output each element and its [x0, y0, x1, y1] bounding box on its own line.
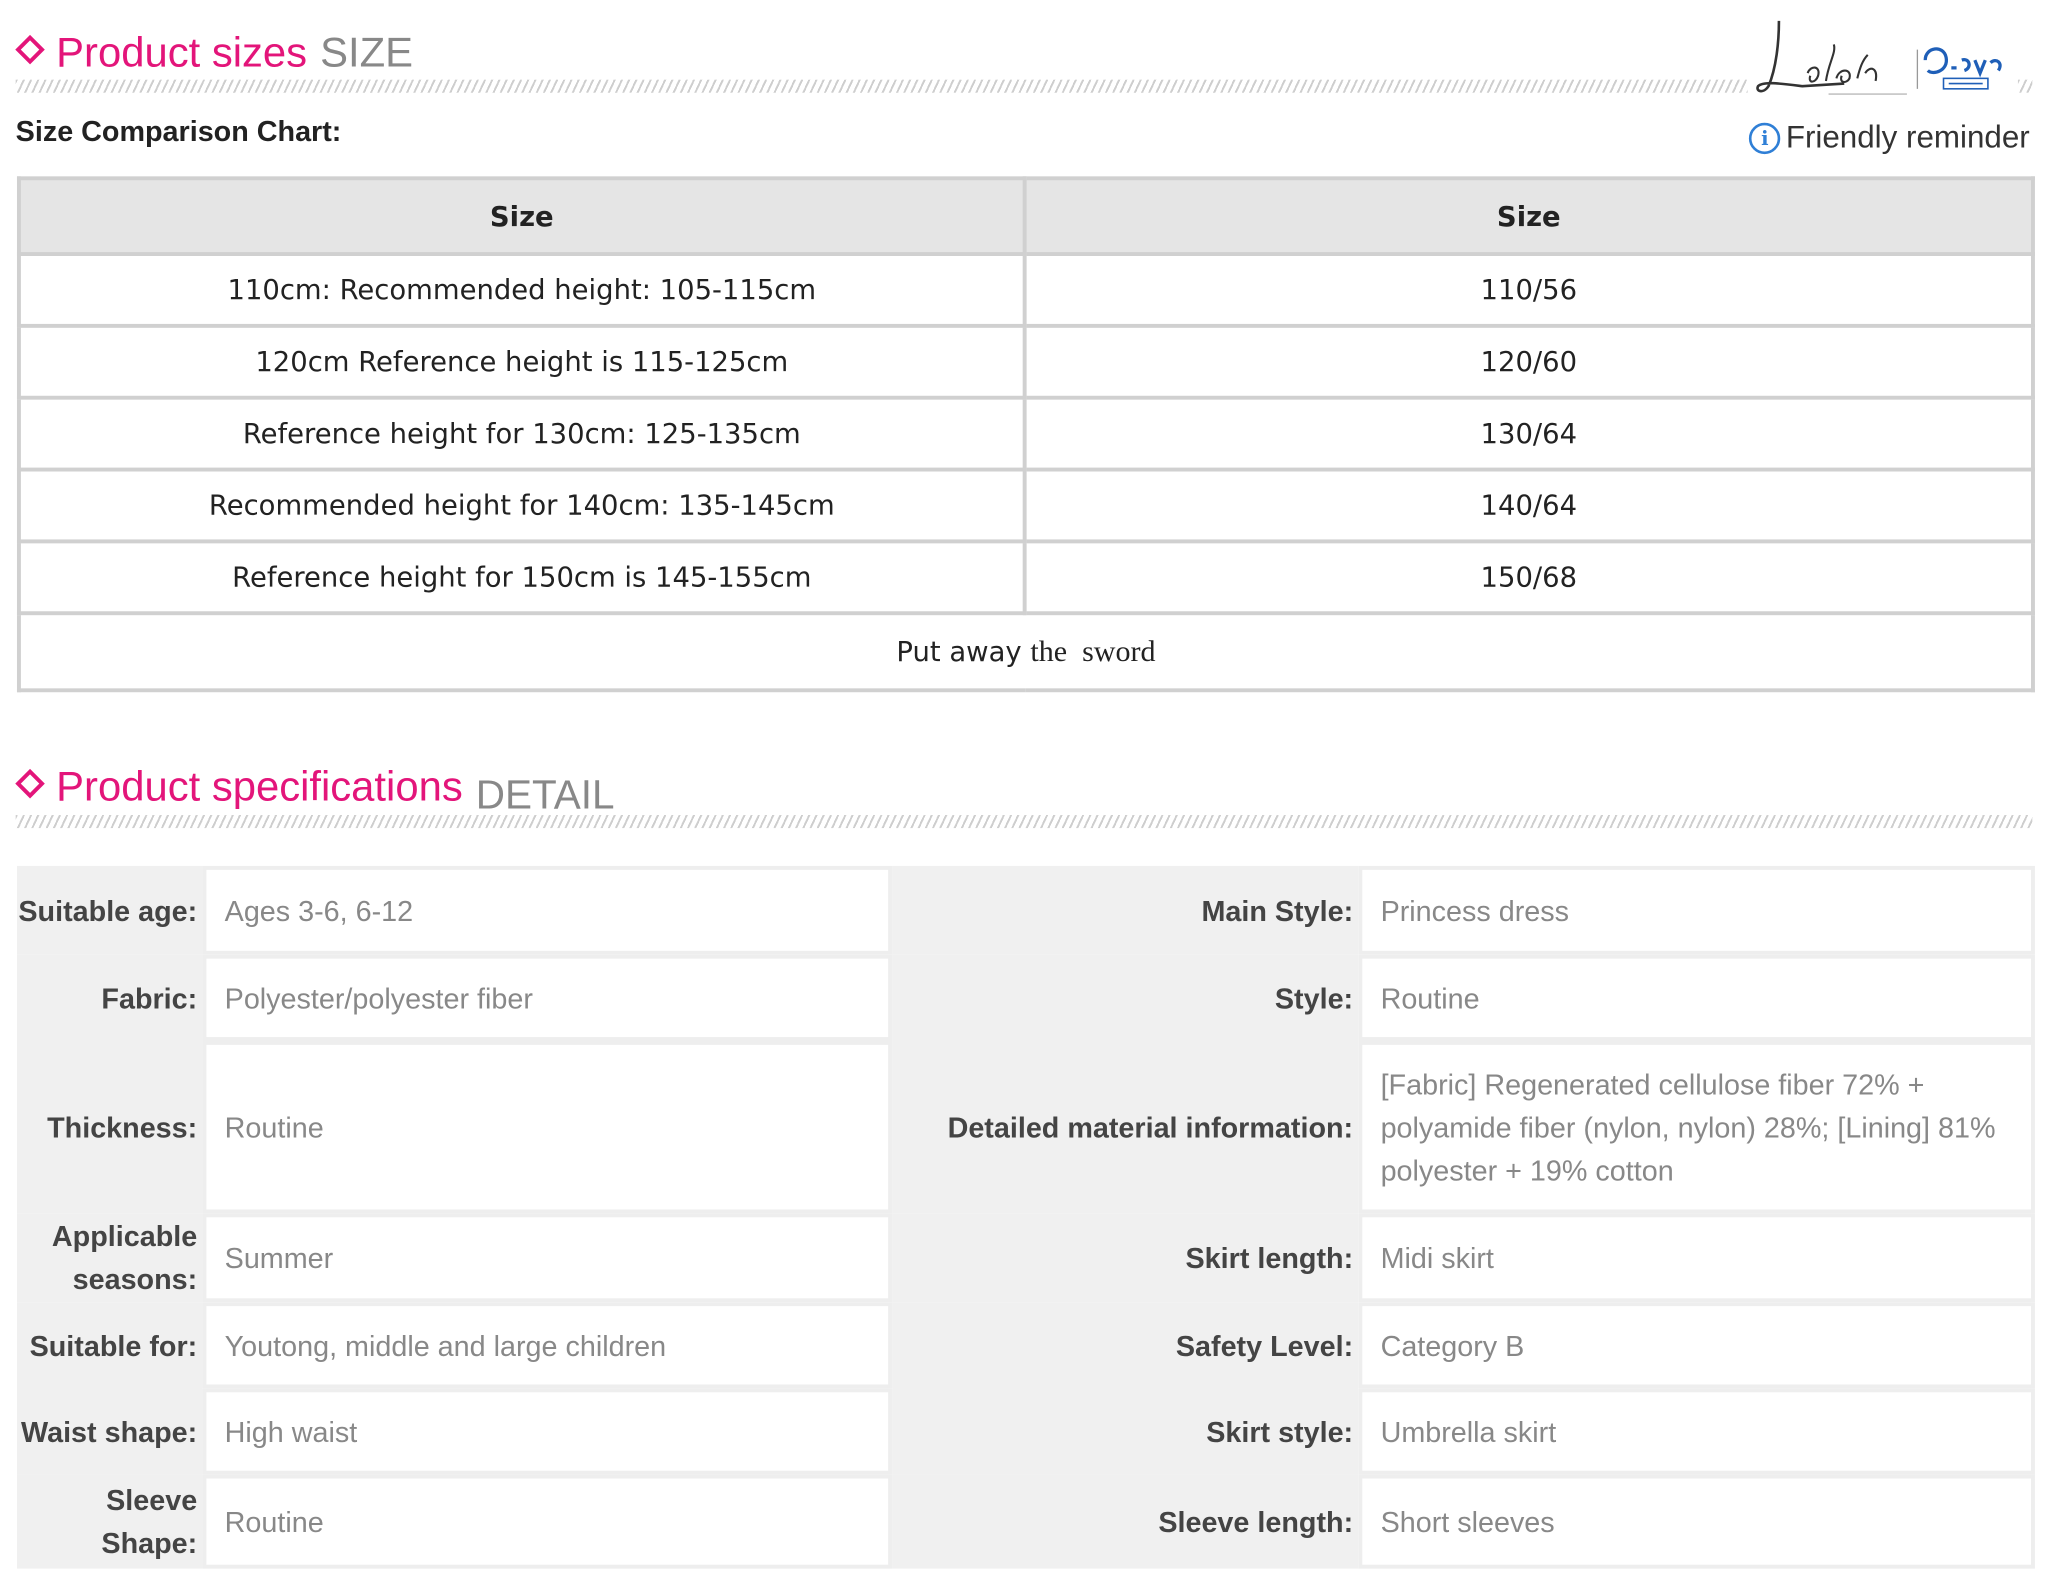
spec-value: Category B — [1358, 1302, 2035, 1389]
product-detail-page: Product sizes SIZE Size Comparison Chart… — [0, 0, 2048, 1569]
size-height-cell: Reference height for 130cm: 125-135cm — [16, 395, 1027, 472]
size-chart-label: Size Comparison Chart: — [15, 114, 342, 148]
friendly-reminder-text: Friendly reminder — [1785, 120, 2030, 156]
size-col-header: Size — [1022, 176, 2035, 256]
spec-key: Safety Level: — [892, 1302, 1359, 1389]
table-row: Waist shape: High waist Skirt style: Umb… — [16, 1388, 2035, 1475]
spec-key: Skirt length: — [892, 1213, 1359, 1303]
size-table-note: Put away the sword — [16, 611, 2035, 693]
spec-section-title: Product specifications — [56, 762, 463, 810]
size-height-cell: 120cm Reference height is 115-125cm — [16, 323, 1027, 400]
spec-value: High waist — [202, 1388, 893, 1475]
table-row: 120cm Reference height is 115-125cm 120/… — [16, 323, 2035, 400]
diamond-icon — [15, 34, 45, 65]
table-row: Thickness: Routine Detailed material inf… — [16, 1040, 2035, 1214]
spec-key: Suitable for: — [16, 1302, 203, 1389]
size-height-cell: Reference height for 150cm is 145-155cm — [16, 539, 1027, 616]
spec-value: Princess dress — [1358, 865, 2035, 955]
size-code-cell: 110/56 — [1022, 252, 2035, 328]
spec-key: Applicable seasons: — [16, 1213, 203, 1303]
spec-key: Suitable age: — [16, 865, 203, 955]
table-row: Suitable for: Youtong, middle and large … — [16, 1302, 2035, 1389]
spec-value: Ages 3-6, 6-12 — [202, 865, 893, 955]
section-divider-end — [2017, 79, 2033, 93]
info-icon: i — [1749, 122, 1781, 155]
spec-key: Thickness: — [16, 1040, 203, 1214]
spec-key: Fabric: — [16, 954, 203, 1041]
spec-key: Detailed material information: — [892, 1040, 1359, 1214]
diamond-icon — [15, 768, 45, 799]
spec-table: Suitable age: Ages 3-6, 6-12 Main Style:… — [16, 865, 2035, 1569]
note-part-a: Put away — [896, 636, 1022, 668]
size-height-cell: 110cm: Recommended height: 105-115cm — [16, 252, 1027, 328]
spec-key: Main Style: — [892, 865, 1359, 955]
spec-value: Routine — [202, 1040, 893, 1214]
table-row: Applicable seasons: Summer Skirt length:… — [16, 1213, 2035, 1303]
spec-section-title-en: DETAIL — [475, 771, 615, 818]
size-table-footer: Put away the sword — [16, 611, 2035, 693]
spec-value: Midi skirt — [1358, 1213, 2035, 1303]
section-divider — [15, 79, 1748, 93]
spec-value: Routine — [1358, 954, 2035, 1041]
size-section-title-en: SIZE — [320, 28, 413, 76]
table-row: 110cm: Recommended height: 105-115cm 110… — [16, 252, 2035, 328]
size-code-cell: 130/64 — [1022, 395, 2035, 472]
spec-value: Routine — [202, 1474, 893, 1569]
size-code-cell: 150/68 — [1022, 539, 2035, 616]
size-section-title: Product sizes — [56, 28, 308, 76]
spec-value: Polyester/polyester fiber — [202, 954, 893, 1041]
spec-key: Sleeve Shape: — [16, 1474, 203, 1569]
size-col-header: Size — [16, 176, 1027, 256]
table-row: Reference height for 150cm is 145-155cm … — [16, 539, 2035, 616]
spec-key: Waist shape: — [16, 1388, 203, 1475]
size-section-header: Product sizes SIZE — [15, 21, 2033, 76]
spec-value: [Fabric] Regenerated cellulose fiber 72%… — [1358, 1040, 2035, 1214]
table-row: Suitable age: Ages 3-6, 6-12 Main Style:… — [16, 865, 2035, 955]
table-row: Sleeve Shape: Routine Sleeve length: Sho… — [16, 1474, 2035, 1569]
size-code-cell: 140/64 — [1022, 467, 2035, 544]
spec-key: Sleeve length: — [892, 1474, 1359, 1569]
table-row: Reference height for 130cm: 125-135cm 13… — [16, 395, 2035, 472]
size-height-cell: Recommended height for 140cm: 135-145cm — [16, 467, 1027, 544]
size-code-cell: 120/60 — [1022, 323, 2035, 400]
table-row: Fabric: Polyester/polyester fiber Style:… — [16, 954, 2035, 1041]
spec-value: Summer — [202, 1213, 893, 1303]
spec-key: Style: — [892, 954, 1359, 1041]
brand-logo — [1756, 20, 2002, 95]
spec-value: Youtong, middle and large children — [202, 1302, 893, 1389]
spec-value: Umbrella skirt — [1358, 1388, 2035, 1475]
note-part-b: the sword — [1030, 634, 1156, 668]
spec-value: Short sleeves — [1358, 1474, 2035, 1569]
table-row: Recommended height for 140cm: 135-145cm … — [16, 467, 2035, 544]
section-divider — [15, 815, 2033, 829]
size-table: Size Size 110cm: Recommended height: 105… — [16, 176, 2035, 693]
friendly-reminder[interactable]: i Friendly reminder — [1749, 120, 2030, 157]
size-table-header: Size Size — [16, 176, 2035, 256]
spec-section-header: Product specifications DETAIL — [15, 755, 2033, 815]
spec-key: Skirt style: — [892, 1388, 1359, 1475]
